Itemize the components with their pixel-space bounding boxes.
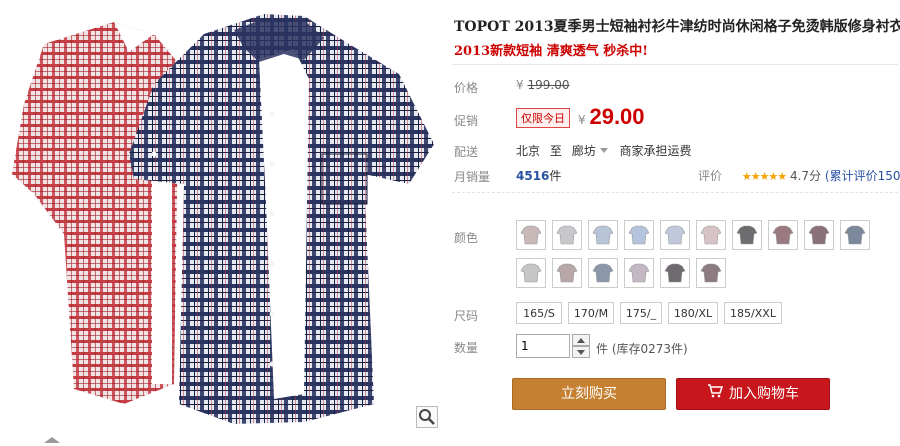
star-rating-icon: ★★★★★ [741, 170, 787, 183]
product-title: TOPOT 2013夏季男士短袖衬衫牛津纺时尚休闲格子免烫韩版修身衬衣 [454, 19, 900, 35]
product-image[interactable] [4, 4, 438, 432]
currency-symbol: ¥ [578, 113, 586, 127]
add-to-cart-button[interactable]: 加入购物车 [676, 378, 830, 410]
magnifier-icon[interactable] [416, 406, 438, 428]
color-swatch[interactable] [804, 220, 834, 250]
stock-info: 件 (库存0273件) [596, 342, 688, 356]
color-swatch[interactable] [552, 220, 582, 250]
thumbnail-indicator [38, 432, 66, 443]
currency-symbol: ¥ [516, 78, 524, 92]
color-swatch[interactable] [660, 220, 690, 250]
delivery-label: 配送 [454, 145, 479, 159]
color-swatch[interactable] [588, 258, 618, 288]
size-option[interactable]: 170/M [568, 302, 614, 324]
rating-label: 评价 [698, 169, 723, 183]
delivery-city: 廊坊 [571, 144, 596, 158]
price-label: 价格 [454, 81, 479, 95]
color-swatch[interactable] [624, 258, 654, 288]
color-label: 颜色 [454, 231, 479, 245]
color-swatch[interactable] [696, 258, 726, 288]
divider [452, 64, 898, 65]
size-label: 尺码 [454, 309, 479, 323]
divider [452, 192, 898, 193]
quantity-input[interactable] [516, 334, 570, 358]
delivery-city-select[interactable]: 廊坊 [572, 144, 612, 158]
color-swatch[interactable] [624, 220, 654, 250]
color-swatch[interactable] [516, 220, 546, 250]
size-option[interactable]: 185/XXL [724, 302, 782, 324]
quantity-stepper [572, 334, 590, 358]
product-info-panel: TOPOT 2013夏季男士短袖衬衫牛津纺时尚休闲格子免烫韩版修身衬衣 2013… [452, 0, 900, 438]
color-swatch[interactable] [696, 220, 726, 250]
sales-count: 4516 [516, 169, 550, 183]
color-swatch[interactable] [768, 220, 798, 250]
promo-price-label: 促销 [454, 114, 479, 128]
today-only-badge: 仅限今日 [516, 108, 570, 128]
original-price-value: 199.00 [527, 78, 570, 92]
caret-down-icon[interactable] [572, 346, 590, 358]
size-option[interactable]: 175/_ [620, 302, 662, 324]
color-swatch[interactable] [588, 220, 618, 250]
sales-unit: 件 [549, 169, 562, 183]
promo-price: ¥ 29.00 [578, 104, 645, 130]
promo-text: 2013新款短袖 清爽透气 秒杀中! [454, 44, 648, 59]
monthly-sales: 4516件 [516, 167, 561, 184]
review-count-link[interactable]: (累计评价1504) [825, 169, 900, 183]
color-swatch[interactable] [516, 258, 546, 288]
color-swatch[interactable] [732, 220, 762, 250]
shirt-photo [4, 4, 438, 432]
delivery-from: 北京 [516, 144, 541, 158]
delivery-info: 北京 至 廊坊 商家承担运费 [516, 142, 692, 159]
original-price: ¥ 199.00 [516, 78, 569, 92]
rating-score: 4.7分 [789, 169, 822, 183]
cart-icon [707, 379, 724, 409]
promo-price-value: 29.00 [589, 104, 645, 129]
monthly-sales-label: 月销量 [454, 170, 491, 184]
quantity-label: 数量 [454, 341, 479, 355]
caret-up-icon[interactable] [572, 334, 590, 346]
size-option[interactable]: 180/XL [668, 302, 718, 324]
chevron-down-icon [599, 148, 608, 153]
color-swatch[interactable] [552, 258, 582, 288]
size-option[interactable]: 165/S [516, 302, 562, 324]
buy-now-label: 立刻购买 [561, 386, 617, 402]
buy-now-button[interactable]: 立刻购买 [512, 378, 666, 410]
color-swatch[interactable] [660, 258, 690, 288]
shipping-note: 商家承担运费 [619, 144, 692, 158]
color-swatch[interactable] [840, 220, 870, 250]
add-to-cart-label: 加入购物车 [729, 386, 799, 402]
rating-row: 评价 ★★★★★ 4.7分 (累计评价1504) [698, 167, 900, 184]
delivery-to-word: 至 [549, 144, 562, 158]
